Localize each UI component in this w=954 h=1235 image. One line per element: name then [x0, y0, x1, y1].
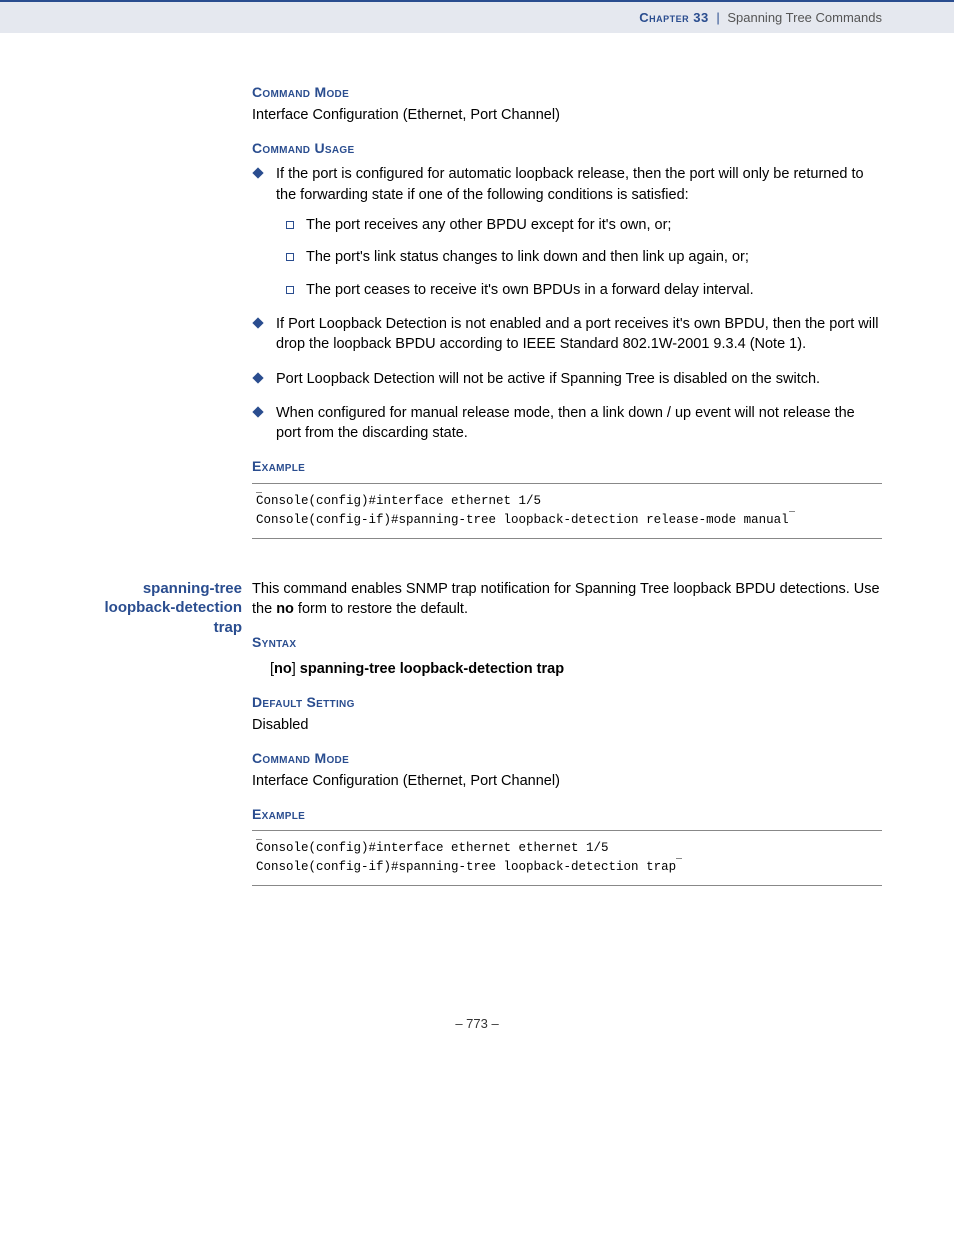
heading-default-setting: Default Setting	[252, 693, 882, 713]
list-item: If Port Loopback Detection is not enable…	[270, 314, 882, 355]
chapter-title: Spanning Tree Commands	[727, 10, 882, 25]
usage-sublist: The port receives any other BPDU except …	[276, 215, 882, 300]
list-item: Port Loopback Detection will not be acti…	[270, 369, 882, 389]
page-number: – 773 –	[72, 1016, 882, 1031]
command-intro: This command enables SNMP trap notificat…	[252, 579, 882, 620]
usage-list: If the port is configured for automatic …	[252, 164, 882, 443]
page-header: Chapter 33 | Spanning Tree Commands	[0, 0, 954, 33]
heading-example: Example	[252, 805, 882, 825]
command-mode-text: Interface Configuration (Ethernet, Port …	[252, 105, 882, 125]
heading-command-usage: Command Usage	[252, 139, 882, 159]
heading-example: Example	[252, 457, 882, 477]
header-separator: |	[716, 10, 719, 25]
syntax-command: spanning-tree loopback-detection trap	[296, 661, 564, 677]
intro-text-post: form to restore the default.	[294, 601, 468, 617]
list-item: The port's link status changes to link d…	[300, 247, 882, 267]
list-item: The port ceases to receive it's own BPDU…	[300, 280, 882, 300]
example-code: Console(config)#interface ethernet ether…	[252, 830, 882, 886]
syntax-line: [no] spanning-tree loopback-detection tr…	[270, 659, 882, 679]
list-item: The port receives any other BPDU except …	[300, 215, 882, 235]
example-code: Console(config)#interface ethernet 1/5 C…	[252, 483, 882, 539]
list-item-text: If the port is configured for automatic …	[276, 166, 864, 202]
default-setting-text: Disabled	[252, 715, 882, 735]
intro-no-keyword: no	[276, 601, 294, 617]
command-mode-text: Interface Configuration (Ethernet, Port …	[252, 771, 882, 791]
list-item: If the port is configured for automatic …	[270, 164, 882, 299]
chapter-label: Chapter 33	[639, 10, 708, 25]
heading-syntax: Syntax	[252, 633, 882, 653]
heading-command-mode: Command Mode	[252, 83, 882, 103]
list-item: When configured for manual release mode,…	[270, 403, 882, 444]
syntax-no-keyword: no	[274, 661, 292, 677]
command-name-sidebar: spanning-tree loopback-detection trap	[72, 579, 252, 638]
heading-command-mode: Command Mode	[252, 749, 882, 769]
